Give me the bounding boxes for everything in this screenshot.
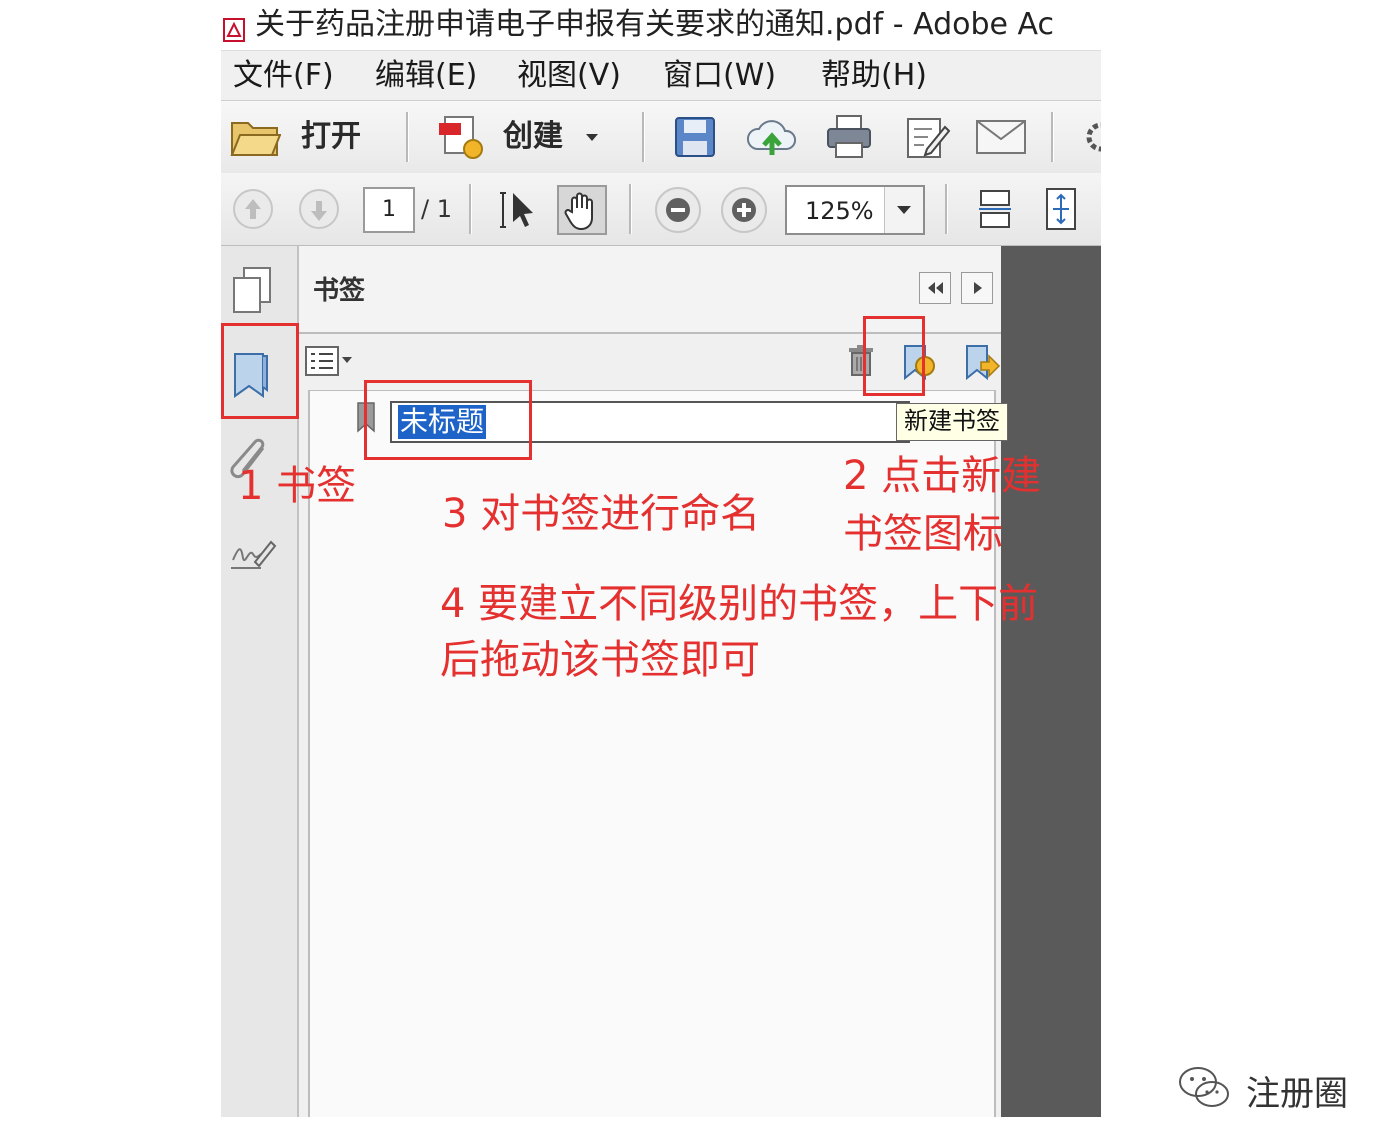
options-list-icon xyxy=(305,346,339,376)
watermark-text: 注册圈 xyxy=(1246,1074,1348,1114)
toolbar-separator xyxy=(406,112,409,162)
minus-icon xyxy=(666,198,690,222)
menu-bar: 文件(F) 编辑(E) 视图(V) 窗口(W) 帮助(H) xyxy=(221,50,1101,101)
title-bar: 关于药品注册申请电子申报有关要求的通知.pdf - Adobe Ac xyxy=(221,0,1101,50)
panel-options-button[interactable] xyxy=(961,272,993,304)
previous-page-button[interactable] xyxy=(233,189,273,229)
navigation-toolbar: 1 / 1 125% xyxy=(221,173,1101,246)
page-thumbnails-icon[interactable] xyxy=(230,266,274,314)
menu-edit[interactable]: 编辑(E) xyxy=(375,57,477,95)
highlight-new-bookmark-button xyxy=(863,316,925,396)
arrow-down-icon xyxy=(311,201,327,221)
chevron-down-icon xyxy=(342,357,352,363)
bookmarks-panel-title: 书签 xyxy=(313,276,366,306)
next-page-button[interactable] xyxy=(299,189,339,229)
toolbar-separator xyxy=(1051,112,1054,162)
menu-view[interactable]: 视图(V) xyxy=(517,57,621,95)
annotation-step3: 3 对书签进行命名 xyxy=(442,491,761,537)
annotation-step4-line1: 4 要建立不同级别的书签，上下前 xyxy=(440,581,1039,627)
scroll-mode-icon[interactable] xyxy=(977,189,1013,231)
document-view[interactable] xyxy=(1001,246,1101,1117)
expand-bookmark-icon[interactable] xyxy=(963,342,1001,382)
print-icon[interactable] xyxy=(825,113,873,161)
annotation-step1: 1 书签 xyxy=(238,463,357,509)
hand-icon xyxy=(564,192,593,231)
annotation-step2-line2: 书签图标 xyxy=(843,511,1003,557)
zoom-dropdown-button[interactable] xyxy=(884,187,923,233)
menu-help[interactable]: 帮助(H) xyxy=(821,57,927,95)
collapse-panel-button[interactable] xyxy=(919,272,951,304)
email-icon[interactable] xyxy=(975,119,1027,155)
fit-page-icon[interactable] xyxy=(1043,187,1079,231)
window-title: 关于药品注册申请电子申报有关要求的通知.pdf - Adobe Ac xyxy=(255,7,1054,42)
chevron-down-icon xyxy=(586,134,598,141)
zoom-out-button[interactable] xyxy=(655,187,701,233)
wechat-logo-icon xyxy=(1179,1067,1229,1107)
edit-document-icon[interactable] xyxy=(905,113,951,161)
hand-tool-button[interactable] xyxy=(557,185,607,235)
zoom-in-button[interactable] xyxy=(721,187,767,233)
annotation-step4-line2: 后拖动该书签即可 xyxy=(440,637,760,683)
arrow-up-icon xyxy=(245,199,261,219)
signatures-icon[interactable] xyxy=(229,532,277,572)
highlight-bookmark-name xyxy=(364,380,532,460)
bookmark-options-button[interactable] xyxy=(305,344,357,378)
new-bookmark-tooltip: 新建书签 xyxy=(896,403,1008,441)
toolbar-separator xyxy=(642,112,645,162)
double-chevron-left-icon xyxy=(928,282,943,294)
page-number-input[interactable]: 1 xyxy=(363,187,415,233)
cloud-upload-icon[interactable] xyxy=(745,115,799,159)
folder-icon xyxy=(230,122,281,156)
open-label: 打开 xyxy=(301,119,361,154)
chevron-right-icon xyxy=(974,282,982,294)
open-button[interactable]: 打开 xyxy=(229,111,389,163)
toolbar-separator xyxy=(469,184,472,234)
menu-file[interactable]: 文件(F) xyxy=(233,57,334,95)
save-icon[interactable] xyxy=(673,115,717,159)
annotation-step2-line1: 2 点击新建 xyxy=(843,453,1042,499)
gear-icon[interactable] xyxy=(1083,119,1101,155)
chevron-down-icon xyxy=(897,206,911,214)
zoom-value: 125% xyxy=(805,197,874,225)
create-pdf-icon xyxy=(439,116,483,159)
main-toolbar: 打开 创建 xyxy=(221,100,1101,174)
highlight-bookmarks-icon xyxy=(221,323,299,419)
zoom-select[interactable]: 125% xyxy=(785,185,925,235)
toolbar-separator xyxy=(945,184,948,234)
create-label: 创建 xyxy=(503,119,563,154)
page-total: / 1 xyxy=(421,195,452,223)
menu-window[interactable]: 窗口(W) xyxy=(663,57,776,95)
plus-icon xyxy=(732,198,756,222)
toolbar-separator xyxy=(629,184,632,234)
pdf-file-icon xyxy=(223,18,245,42)
create-button[interactable]: 创建 xyxy=(437,111,605,163)
select-tool-icon[interactable] xyxy=(499,189,539,231)
